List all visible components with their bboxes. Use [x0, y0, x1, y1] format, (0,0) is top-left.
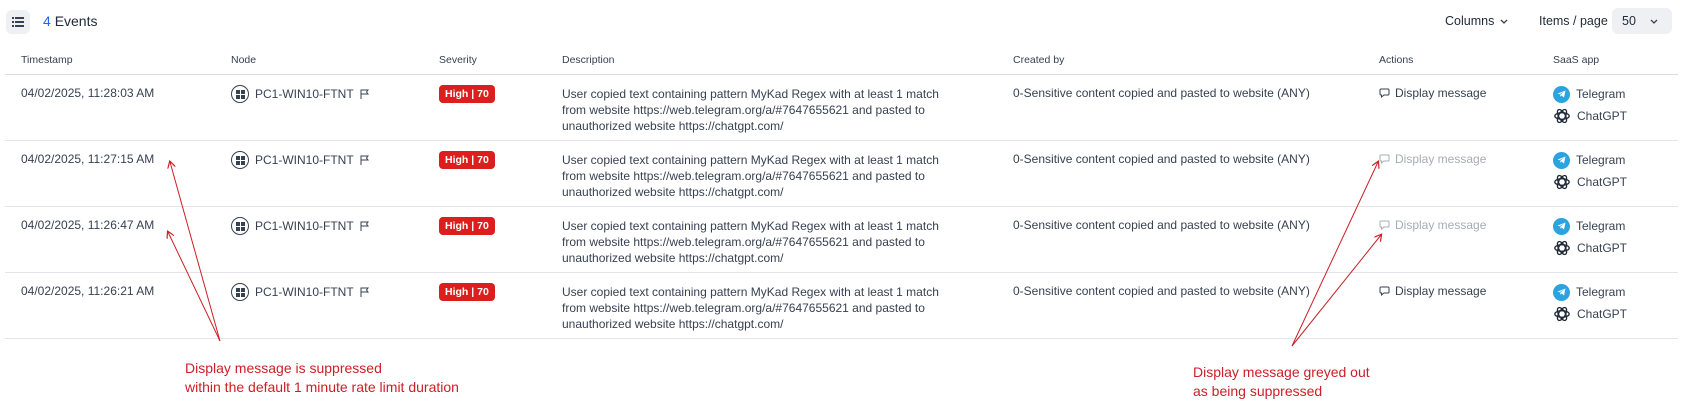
annotation-text: Display message greyed out [1193, 364, 1370, 380]
annotation-left: Display message is suppressed within the… [185, 359, 459, 397]
annotation-right: Display message greyed out as being supp… [1193, 363, 1370, 401]
annotation-text: Display message is suppressed [185, 360, 382, 376]
annotation-arrows [0, 0, 1683, 347]
annotation-text: within the default 1 minute rate limit d… [185, 379, 459, 395]
annotation-text: as being suppressed [1193, 383, 1323, 399]
